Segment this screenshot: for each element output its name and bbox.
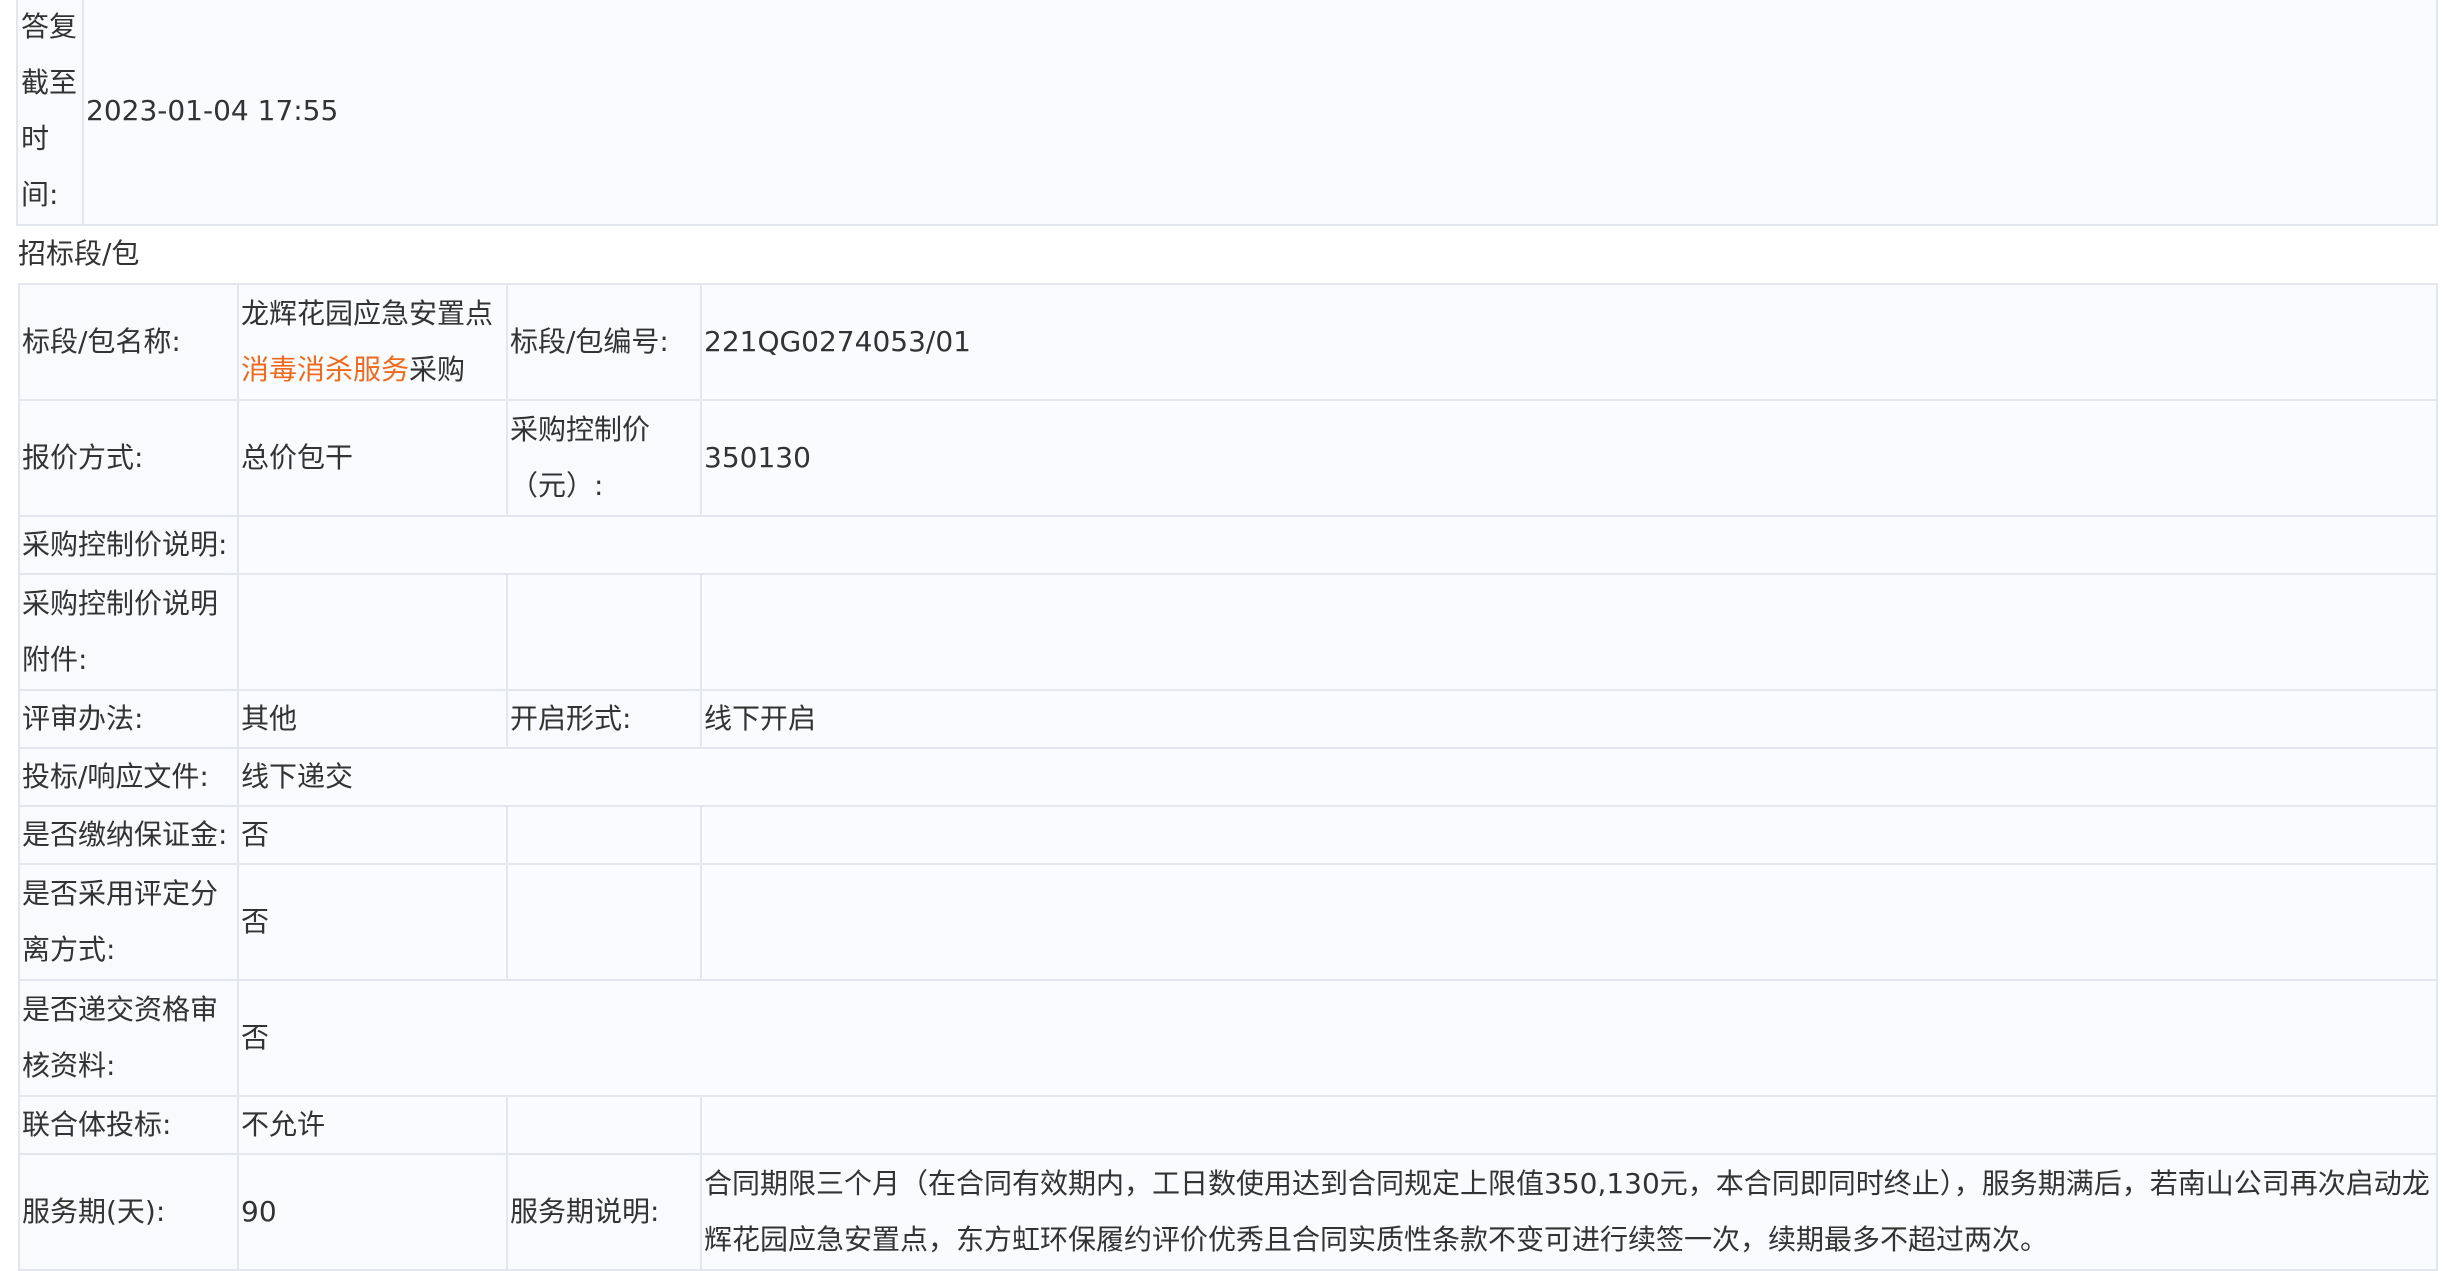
empty-cell (700, 1095, 2438, 1155)
control-price-attachment-label: 采购控制价说明附件: (18, 573, 239, 691)
empty-cell (700, 863, 2438, 981)
deposit-row: 是否缴纳保证金: 否 (18, 805, 2438, 865)
package-name-row: 标段/包名称: 龙辉花园应急安置点消毒消杀服务采购 标段/包编号: 221QG0… (18, 283, 2438, 401)
section-title: 招标段/包 (18, 237, 140, 270)
service-period-value: 90 (237, 1153, 508, 1271)
reply-deadline-value: 2023-01-04 17:55 (82, 0, 2438, 226)
consortium-label: 联合体投标: (18, 1095, 239, 1155)
package-info-table: 标段/包名称: 龙辉花园应急安置点消毒消杀服务采购 标段/包编号: 221QG0… (18, 283, 2438, 1271)
package-code-value: 221QG0274053/01 (700, 283, 2438, 401)
empty-cell (506, 805, 702, 865)
deposit-value: 否 (237, 805, 508, 865)
quote-method-label: 报价方式: (18, 399, 239, 517)
control-price-note-value (237, 515, 2438, 575)
empty-cell (506, 863, 702, 981)
separation-row: 是否采用评定分离方式: 否 (18, 863, 2438, 981)
package-name-label: 标段/包名称: (18, 283, 239, 401)
package-name-suffix: 采购 (409, 353, 466, 386)
quote-method-value: 总价包干 (237, 399, 508, 517)
package-code-label: 标段/包编号: (506, 283, 702, 401)
evaluation-method-value: 其他 (237, 689, 508, 749)
service-period-note-label: 服务期说明: (506, 1153, 702, 1271)
separation-value: 否 (237, 863, 508, 981)
qualification-value: 否 (237, 979, 2438, 1097)
control-price-note-row: 采购控制价说明: (18, 515, 2438, 575)
quote-method-row: 报价方式: 总价包干 采购控制价（元）: 350130 (18, 399, 2438, 517)
reply-deadline-label: 答复截至时间: (16, 0, 84, 226)
separation-label: 是否采用评定分离方式: (18, 863, 239, 981)
package-name-value: 龙辉花园应急安置点消毒消杀服务采购 (237, 283, 508, 401)
consortium-row: 联合体投标: 不允许 (18, 1095, 2438, 1155)
package-name-highlight: 消毒消杀服务 (241, 353, 410, 386)
service-period-row: 服务期(天): 90 服务期说明: 合同期限三个月（在合同有效期内，工日数使用达… (18, 1153, 2438, 1271)
consortium-value: 不允许 (237, 1095, 508, 1155)
reply-deadline-table: 答复截至时间: 2023-01-04 17:55 (16, 0, 2438, 226)
empty-cell (700, 805, 2438, 865)
package-name-prefix: 龙辉花园应急安置点 (241, 297, 494, 330)
deposit-label: 是否缴纳保证金: (18, 805, 239, 865)
evaluation-method-label: 评审办法: (18, 689, 239, 749)
empty-cell (506, 573, 702, 691)
opening-form-value: 线下开启 (700, 689, 2438, 749)
empty-cell (700, 573, 2438, 691)
qualification-row: 是否递交资格审核资料: 否 (18, 979, 2438, 1097)
bid-docs-row: 投标/响应文件: 线下递交 (18, 747, 2438, 807)
service-period-label: 服务期(天): (18, 1153, 239, 1271)
opening-form-label: 开启形式: (506, 689, 702, 749)
control-price-attachment-row: 采购控制价说明附件: (18, 573, 2438, 691)
control-price-value: 350130 (700, 399, 2438, 517)
bid-docs-value: 线下递交 (237, 747, 2438, 807)
bid-docs-label: 投标/响应文件: (18, 747, 239, 807)
control-price-attachment-value (237, 573, 508, 691)
control-price-label: 采购控制价（元）: (506, 399, 702, 517)
empty-cell (506, 1095, 702, 1155)
qualification-label: 是否递交资格审核资料: (18, 979, 239, 1097)
service-period-note-value: 合同期限三个月（在合同有效期内，工日数使用达到合同规定上限值350,130元，本… (700, 1153, 2438, 1271)
evaluation-row: 评审办法: 其他 开启形式: 线下开启 (18, 689, 2438, 749)
control-price-note-label: 采购控制价说明: (18, 515, 239, 575)
